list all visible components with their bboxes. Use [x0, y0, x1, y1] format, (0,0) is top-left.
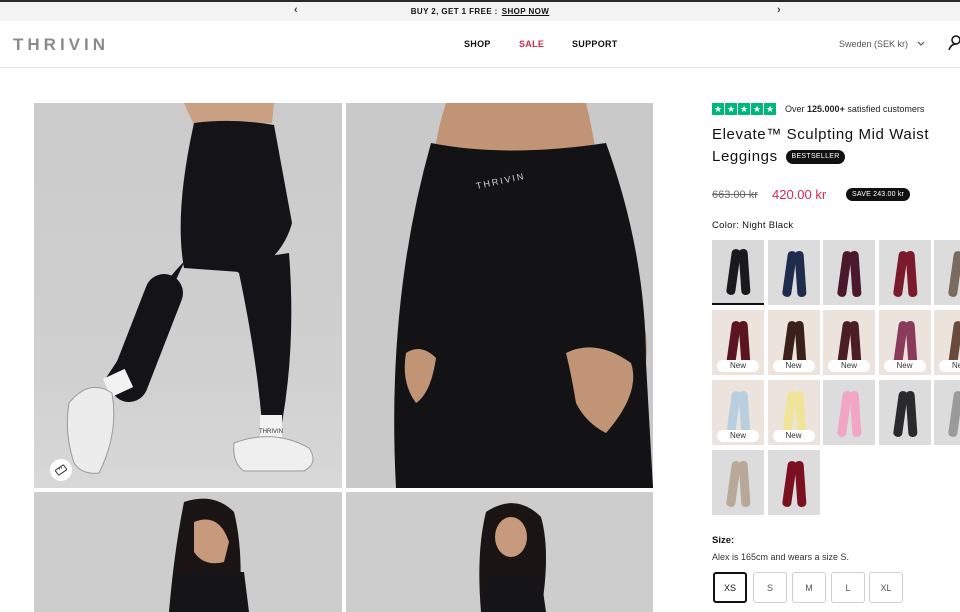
nav-support[interactable]: SUPPORT — [572, 39, 618, 49]
size-option-s[interactable]: S — [753, 572, 787, 603]
swatch-leggings-shape — [793, 250, 807, 298]
new-badge: New — [939, 360, 960, 372]
color-swatch[interactable]: New — [934, 310, 960, 375]
new-badge: New — [717, 430, 759, 442]
original-price: 663.00 kr — [712, 189, 758, 201]
product-title-block: Elevate™ Sculpting Mid Waist Leggings BE… — [712, 124, 960, 168]
star-icon: ★ — [738, 103, 750, 115]
next-announcement-arrow-icon[interactable]: › — [777, 4, 781, 16]
new-badge: New — [717, 360, 759, 372]
leggings-back-view-illustration: THRIVIN — [66, 103, 314, 474]
star-icon: ★ — [712, 103, 724, 115]
color-swatch[interactable] — [823, 380, 875, 445]
color-swatch[interactable] — [823, 240, 875, 305]
color-swatch[interactable]: New — [712, 310, 764, 375]
announcement-bar: ‹ BUY 2, GET 1 FREE : SHOP NOW › — [0, 2, 960, 21]
sale-price: 420.00 kr — [772, 187, 827, 202]
color-swatch[interactable]: New — [823, 310, 875, 375]
color-swatch[interactable]: New — [878, 310, 931, 375]
swatch-leggings-shape — [738, 460, 751, 508]
color-swatch[interactable] — [934, 240, 960, 305]
swatch-leggings-shape — [849, 250, 862, 298]
rating-prefix: Over — [785, 104, 805, 114]
star-icon: ★ — [751, 103, 763, 115]
prev-announcement-arrow-icon[interactable]: ‹ — [294, 4, 298, 16]
account-icon[interactable] — [948, 35, 960, 51]
color-swatch[interactable] — [878, 380, 931, 445]
product-image-1[interactable]: THRIVIN — [34, 103, 342, 488]
swatch-leggings-shape — [904, 250, 918, 298]
swatch-leggings-shape — [904, 390, 918, 438]
region-label: Sweden (SEK kr) — [839, 39, 909, 49]
region-selector[interactable]: Sweden (SEK kr) — [839, 39, 925, 49]
product-image-4[interactable] — [346, 492, 653, 612]
new-badge: New — [828, 360, 870, 372]
new-badge: New — [883, 360, 926, 372]
logo[interactable]: THRIVIN — [13, 35, 109, 55]
color-swatch[interactable]: New — [767, 380, 820, 445]
sock-brand-text: THRIVIN — [259, 429, 283, 435]
swatch-leggings-shape — [793, 460, 807, 508]
color-swatch[interactable] — [934, 380, 960, 445]
product-image-3[interactable] — [34, 492, 342, 612]
bestseller-badge: BESTSELLER — [786, 150, 845, 165]
size-option-l[interactable]: L — [831, 572, 865, 603]
size-label: Size: — [712, 535, 735, 546]
color-swatch[interactable] — [767, 240, 820, 305]
color-swatch[interactable]: New — [712, 380, 764, 445]
rating-suffix: satisfied customers — [847, 104, 925, 114]
size-model-note: Alex is 165cm and wears a size S. — [712, 552, 850, 562]
color-swatch[interactable] — [878, 240, 931, 305]
site-header: THRIVIN SHOP SALE SUPPORT Sweden (SEK kr… — [0, 21, 960, 68]
rating-summary[interactable]: Over 125.000+ satisfied customers — [785, 104, 924, 114]
model-front-view-illustration — [479, 503, 546, 612]
size-option-xl[interactable]: XL — [869, 572, 903, 603]
size-guide-icon[interactable] — [50, 459, 72, 481]
trustpilot-stars: ★ ★ ★ ★ ★ — [712, 103, 776, 115]
model-side-view-illustration — [169, 498, 249, 612]
size-option-m[interactable]: M — [792, 572, 826, 603]
new-badge: New — [772, 360, 815, 372]
rating-count: 125.000+ — [807, 104, 845, 114]
swatch-leggings-shape — [947, 390, 960, 438]
color-swatch[interactable] — [712, 450, 764, 515]
nav-sale[interactable]: SALE — [519, 39, 544, 49]
product-image-2[interactable]: THRIVIN — [346, 103, 653, 488]
announcement-text: BUY 2, GET 1 FREE : — [410, 7, 498, 16]
color-swatch[interactable] — [712, 240, 764, 305]
size-option-xs[interactable]: XS — [713, 572, 747, 603]
shop-now-link[interactable]: SHOP NOW — [502, 7, 550, 16]
save-badge: SAVE 243.00 kr — [846, 188, 911, 201]
color-swatch[interactable] — [767, 450, 820, 515]
swatch-leggings-shape — [849, 390, 862, 438]
color-swatch[interactable]: New — [767, 310, 820, 375]
nav-shop[interactable]: SHOP — [464, 39, 491, 49]
swatch-leggings-shape — [738, 248, 751, 296]
leggings-closeup-illustration: THRIVIN — [394, 103, 653, 488]
new-badge: New — [772, 430, 815, 442]
chevron-down-icon — [917, 41, 925, 46]
star-icon: ★ — [725, 103, 737, 115]
star-icon: ★ — [764, 103, 776, 115]
color-label: Color: Night Black — [712, 220, 794, 231]
swatch-leggings-shape — [947, 250, 960, 298]
